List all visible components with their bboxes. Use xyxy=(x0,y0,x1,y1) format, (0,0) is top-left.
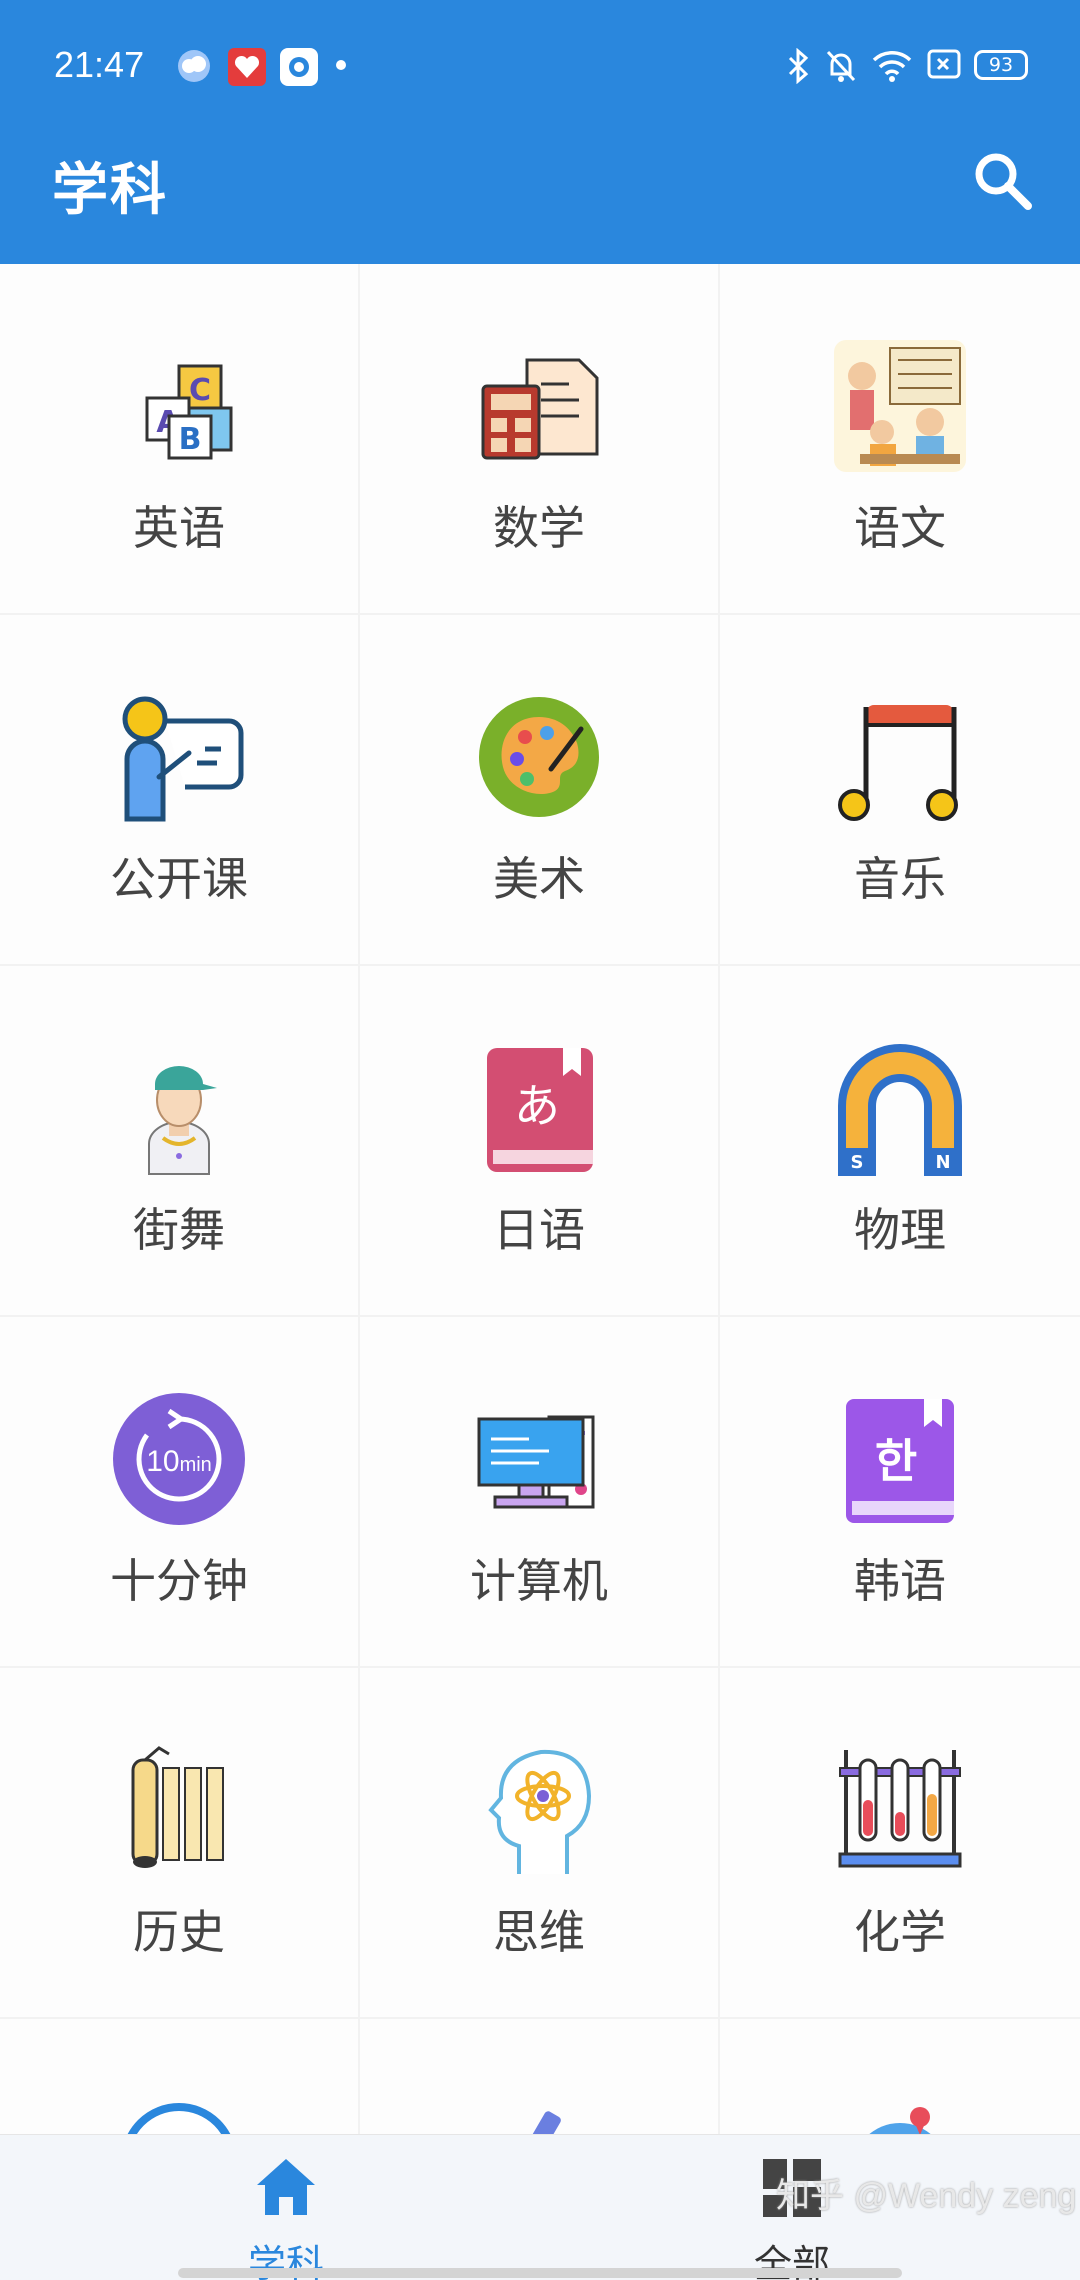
subject-tile-art[interactable]: 美术 xyxy=(360,615,720,966)
more-dot-icon xyxy=(336,60,346,70)
subject-tile-street-dance[interactable]: 街舞 xyxy=(0,966,360,1317)
subject-tile-history[interactable]: 历史 xyxy=(0,1668,360,2019)
subject-grid: C A B 英语 数学 xyxy=(0,264,1080,2134)
timer-10min-icon: 10min xyxy=(113,1393,245,1525)
subject-label: 计算机 xyxy=(470,1554,608,1608)
computer-icon xyxy=(477,1415,595,1509)
app-bar: 21:47 93 学科 xyxy=(0,0,1080,264)
subject-tile-music[interactable]: 音乐 xyxy=(720,615,1080,966)
subject-label: 历史 xyxy=(133,1905,225,1959)
status-time: 21:47 xyxy=(54,44,145,85)
test-tubes-icon xyxy=(838,1750,962,1868)
magnet-icon: S N xyxy=(838,1044,962,1176)
subject-tile-korean[interactable]: 한 韩语 xyxy=(720,1317,1080,1668)
page-title: 学科 xyxy=(52,158,168,223)
wifi-icon xyxy=(872,51,912,82)
subject-tile-english[interactable]: C A B 英语 xyxy=(0,264,360,615)
svg-text:한: 한 xyxy=(875,1434,917,1488)
svg-text:S: S xyxy=(851,1152,864,1173)
subject-tile-thinking[interactable]: 思维 xyxy=(360,1668,720,2019)
search-icon[interactable] xyxy=(970,148,1034,212)
subject-label: 物理 xyxy=(854,1203,946,1257)
mute-bell-icon xyxy=(826,50,856,82)
subject-tile-ten-minutes[interactable]: 10min 十分钟 xyxy=(0,1317,360,1668)
svg-text:N: N xyxy=(935,1152,950,1173)
subject-label: 街舞 xyxy=(133,1203,225,1257)
subject-tile-chinese[interactable]: 语文 xyxy=(720,264,1080,615)
status-bar: 21:47 93 xyxy=(0,0,1080,130)
subject-tile-math[interactable]: 数学 xyxy=(360,264,720,615)
subject-tile-open-course[interactable]: 公开课 xyxy=(0,615,360,966)
calculator-icon xyxy=(481,358,599,460)
brain-atom-icon xyxy=(488,1749,592,1874)
watermark: 知乎 @Wendy zeng xyxy=(776,2177,1077,2215)
gesture-bar[interactable] xyxy=(178,2268,902,2278)
subject-label: 英语 xyxy=(133,501,225,555)
subject-label: 韩语 xyxy=(854,1554,946,1608)
classroom-icon xyxy=(834,340,966,472)
teacher-board-icon xyxy=(122,696,244,822)
health-app-icon xyxy=(228,48,266,86)
subject-label: 十分钟 xyxy=(110,1554,248,1608)
sim-icon xyxy=(927,49,961,79)
subject-tile-computer[interactable]: 计算机 xyxy=(360,1317,720,1668)
dancer-icon xyxy=(148,1066,217,1175)
camera-app-icon xyxy=(280,48,318,86)
svg-text:あ: あ xyxy=(514,1079,560,1133)
subject-tile-science[interactable] xyxy=(360,2019,720,2134)
japanese-book-icon: あ xyxy=(487,1048,593,1172)
svg-text:C: C xyxy=(189,373,211,408)
microscope-icon xyxy=(523,2111,561,2134)
subject-label: 化学 xyxy=(854,1905,946,1959)
ai-icon: AI xyxy=(127,2103,231,2134)
scroll-icon xyxy=(131,1746,224,1868)
music-note-icon xyxy=(838,705,958,821)
subject-tile-ai[interactable]: AI xyxy=(0,2019,360,2134)
palette-icon xyxy=(479,697,599,817)
subject-label: 音乐 xyxy=(854,852,946,906)
subject-label: 数学 xyxy=(493,501,585,555)
subject-label: 美术 xyxy=(493,852,585,906)
bluetooth-icon xyxy=(788,48,809,84)
subject-tile-geography[interactable] xyxy=(720,2019,1080,2134)
subject-tile-chemistry[interactable]: 化学 xyxy=(720,1668,1080,2019)
subject-label: 语文 xyxy=(854,501,946,555)
subject-label: 日语 xyxy=(493,1203,585,1257)
subject-tile-japanese[interactable]: あ 日语 xyxy=(360,966,720,1317)
home-icon xyxy=(257,2159,315,2215)
subject-tile-physics[interactable]: S N 物理 xyxy=(720,966,1080,1317)
tab-subjects[interactable]: 学科 xyxy=(186,2153,386,2280)
korean-book-icon: 한 xyxy=(846,1399,954,1523)
battery-icon: 93 xyxy=(974,50,1028,80)
svg-text:B: B xyxy=(179,422,202,457)
globe-icon xyxy=(869,2107,931,2134)
subject-label: 公开课 xyxy=(110,852,248,906)
abc-blocks-icon: C A B xyxy=(145,364,233,460)
cloud-app-icon xyxy=(178,50,210,82)
subject-label: 思维 xyxy=(493,1905,585,1959)
